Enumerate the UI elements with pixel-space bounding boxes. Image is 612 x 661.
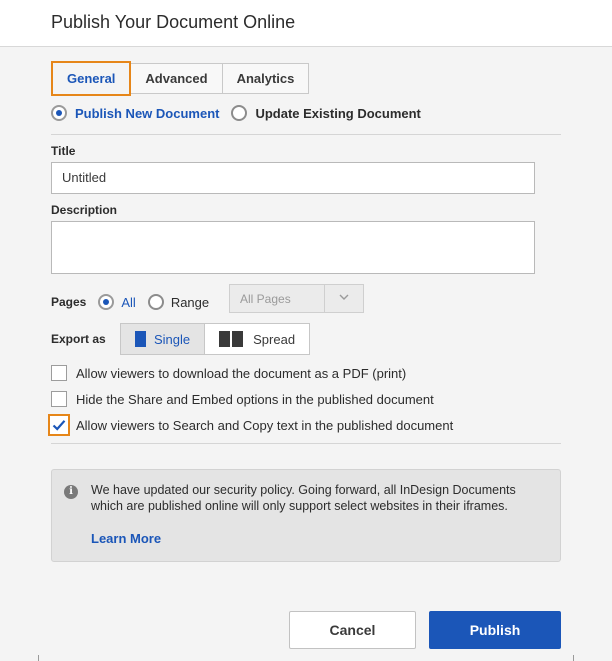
dropdown-separator <box>324 285 325 312</box>
pages-all-radio[interactable] <box>98 294 115 310</box>
dialog-title: Publish Your Document Online <box>51 12 296 32</box>
option-search-copy[interactable]: Allow viewers to Search and Copy text in… <box>48 414 454 436</box>
checkmark-icon <box>52 420 66 431</box>
pages-row: Pages All Range <box>51 287 209 317</box>
update-existing-radio[interactable] <box>231 105 248 121</box>
tab-analytics[interactable]: Analytics <box>221 63 310 94</box>
tab-advanced[interactable]: Advanced <box>130 63 223 94</box>
divider <box>51 443 561 444</box>
export-spread-button[interactable]: Spread <box>205 324 309 354</box>
title-input[interactable]: Untitled <box>51 162 535 194</box>
divider <box>51 134 561 135</box>
option-label: Allow viewers to download the document a… <box>76 365 407 381</box>
export-label: Export as <box>51 332 106 346</box>
pages-all-option[interactable]: All <box>98 294 136 310</box>
tab-general[interactable]: General <box>51 61 132 96</box>
pages-label: Pages <box>51 295 87 309</box>
pages-range-option[interactable]: Range <box>147 294 210 310</box>
spread-pages-icon <box>219 331 245 347</box>
checkbox[interactable] <box>51 365 67 381</box>
single-page-icon <box>135 331 146 347</box>
dialog-titlebar: Publish Your Document Online <box>0 0 612 47</box>
window-edge <box>38 655 39 661</box>
title-label: Title <box>51 144 76 158</box>
pages-dropdown[interactable]: All Pages <box>229 284 364 313</box>
security-notice: i We have updated our security policy. G… <box>51 469 561 562</box>
option-download-pdf[interactable]: Allow viewers to download the document a… <box>51 365 406 381</box>
export-single-button[interactable]: Single <box>121 324 206 354</box>
export-spread-label: Spread <box>253 331 296 347</box>
window-edge <box>573 655 574 661</box>
publish-new-option[interactable]: Publish New Document <box>51 105 219 121</box>
pages-range-radio[interactable] <box>147 294 164 310</box>
cancel-button[interactable]: Cancel <box>289 611 416 649</box>
pages-all-label: All <box>121 294 136 310</box>
tab-bar: General Advanced Analytics <box>51 61 310 96</box>
export-row: Export as Single Spread <box>51 323 311 355</box>
info-icon: i <box>64 485 78 499</box>
learn-more-link[interactable]: Learn More <box>91 531 161 546</box>
publish-button[interactable]: Publish <box>429 611 561 649</box>
export-segmented-control: Single Spread <box>120 323 311 355</box>
option-hide-share-embed[interactable]: Hide the Share and Embed options in the … <box>51 391 434 407</box>
notice-text: We have updated our security policy. Goi… <box>91 483 516 513</box>
option-label: Hide the Share and Embed options in the … <box>76 391 434 407</box>
description-label: Description <box>51 203 118 217</box>
checkbox[interactable] <box>51 391 67 407</box>
publish-new-label: Publish New Document <box>75 105 220 121</box>
update-existing-label: Update Existing Document <box>255 105 421 121</box>
checkbox-checked[interactable] <box>48 414 70 436</box>
update-existing-option[interactable]: Update Existing Document <box>231 105 421 121</box>
publish-new-radio[interactable] <box>51 105 67 121</box>
publish-mode-group: Publish New Document Update Existing Doc… <box>51 105 433 121</box>
description-textarea[interactable] <box>51 221 535 274</box>
option-label: Allow viewers to Search and Copy text in… <box>76 417 454 433</box>
export-single-label: Single <box>154 331 191 347</box>
pages-range-label: Range <box>170 294 210 310</box>
chevron-down-icon[interactable] <box>338 291 350 306</box>
pages-dropdown-value: All Pages <box>240 292 291 306</box>
